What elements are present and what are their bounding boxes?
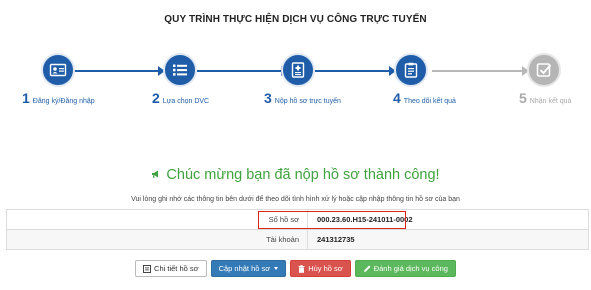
step-text: Theo dõi kết quả: [403, 98, 456, 105]
medical-doc-icon: [291, 62, 305, 78]
step-2-label[interactable]: 2 Lựa chọn DVC: [152, 90, 209, 106]
rate-button-label: Đánh giá dịch vụ công: [373, 264, 448, 273]
step-number: 3: [264, 90, 272, 106]
tai-khoan-value: 241312735: [307, 229, 589, 250]
step-text: Lựa chọn DVC: [162, 98, 210, 105]
step-number: 4: [393, 90, 401, 106]
step-5-circle[interactable]: [527, 53, 561, 87]
detail-button[interactable]: Chi tiết hồ sơ: [135, 260, 207, 277]
list-icon: [173, 64, 187, 76]
rate-button[interactable]: Đánh giá dịch vụ công: [354, 260, 456, 277]
tai-khoan-label: Tài khoản: [6, 229, 308, 250]
step-connector: [315, 70, 391, 72]
action-buttons: Chi tiết hồ sơ Cập nhật hồ sơ Hủy hồ sơ …: [0, 260, 591, 277]
page-title: QUY TRÌNH THỰC HIỆN DỊCH VỤ CÔNG TRỰC TU…: [164, 14, 427, 25]
step-4-label[interactable]: 4 Theo dõi kết quả: [393, 90, 456, 106]
step-1-circle[interactable]: [41, 53, 75, 87]
step-number: 2: [152, 90, 160, 106]
instruction-note: Vui lòng ghi nhớ các thông tin bên dưới …: [131, 196, 460, 203]
table-row: Số hồ sơ 000.23.60.H15-241011-0002: [6, 209, 589, 230]
cancel-button-label: Hủy hồ sơ: [308, 264, 343, 273]
step-4-circle[interactable]: [394, 53, 428, 87]
step-text: Nhận kết quả: [529, 98, 572, 105]
table-row: Tài khoản 241312735: [6, 229, 589, 250]
step-3-label[interactable]: 3 Nộp hồ sơ trực tuyến: [264, 90, 341, 106]
document-icon: [143, 264, 151, 273]
detail-button-label: Chi tiết hồ sơ: [154, 264, 199, 273]
step-2-circle[interactable]: [163, 53, 197, 87]
step-connector: [432, 70, 524, 72]
megaphone-icon: [151, 169, 161, 182]
step-text: Nộp hồ sơ trực tuyến: [274, 98, 341, 105]
step-text: Đăng ký/Đăng nhập: [32, 98, 95, 105]
step-connector: [74, 70, 160, 72]
step-number: 5: [519, 90, 527, 106]
step-1-label[interactable]: 1 Đăng ký/Đăng nhập: [22, 90, 95, 106]
update-button-label: Cập nhật hồ sơ: [218, 264, 271, 273]
check-square-icon: [536, 63, 552, 77]
success-message: Chúc mừng bạn đã nộp hồ sơ thành công!: [0, 167, 591, 183]
step-connector: [197, 70, 283, 72]
submission-info-table: Số hồ sơ 000.23.60.H15-241011-0002 Tài k…: [6, 209, 589, 250]
caret-down-icon: [274, 267, 279, 270]
cancel-button[interactable]: Hủy hồ sơ: [290, 260, 351, 277]
id-card-icon: [49, 63, 67, 77]
step-5-label[interactable]: 5 Nhận kết quả: [519, 90, 571, 106]
ho-so-value: 000.23.60.H15-241011-0002: [307, 209, 589, 230]
step-3-circle[interactable]: [281, 53, 315, 87]
ho-so-label: Số hồ sơ: [6, 209, 308, 230]
step-number: 1: [22, 90, 30, 106]
trash-icon: [298, 264, 305, 273]
pencil-icon: [363, 265, 371, 272]
update-button[interactable]: Cập nhật hồ sơ: [210, 260, 287, 277]
clipboard-icon: [404, 62, 418, 78]
success-text: Chúc mừng bạn đã nộp hồ sơ thành công!: [166, 167, 440, 183]
